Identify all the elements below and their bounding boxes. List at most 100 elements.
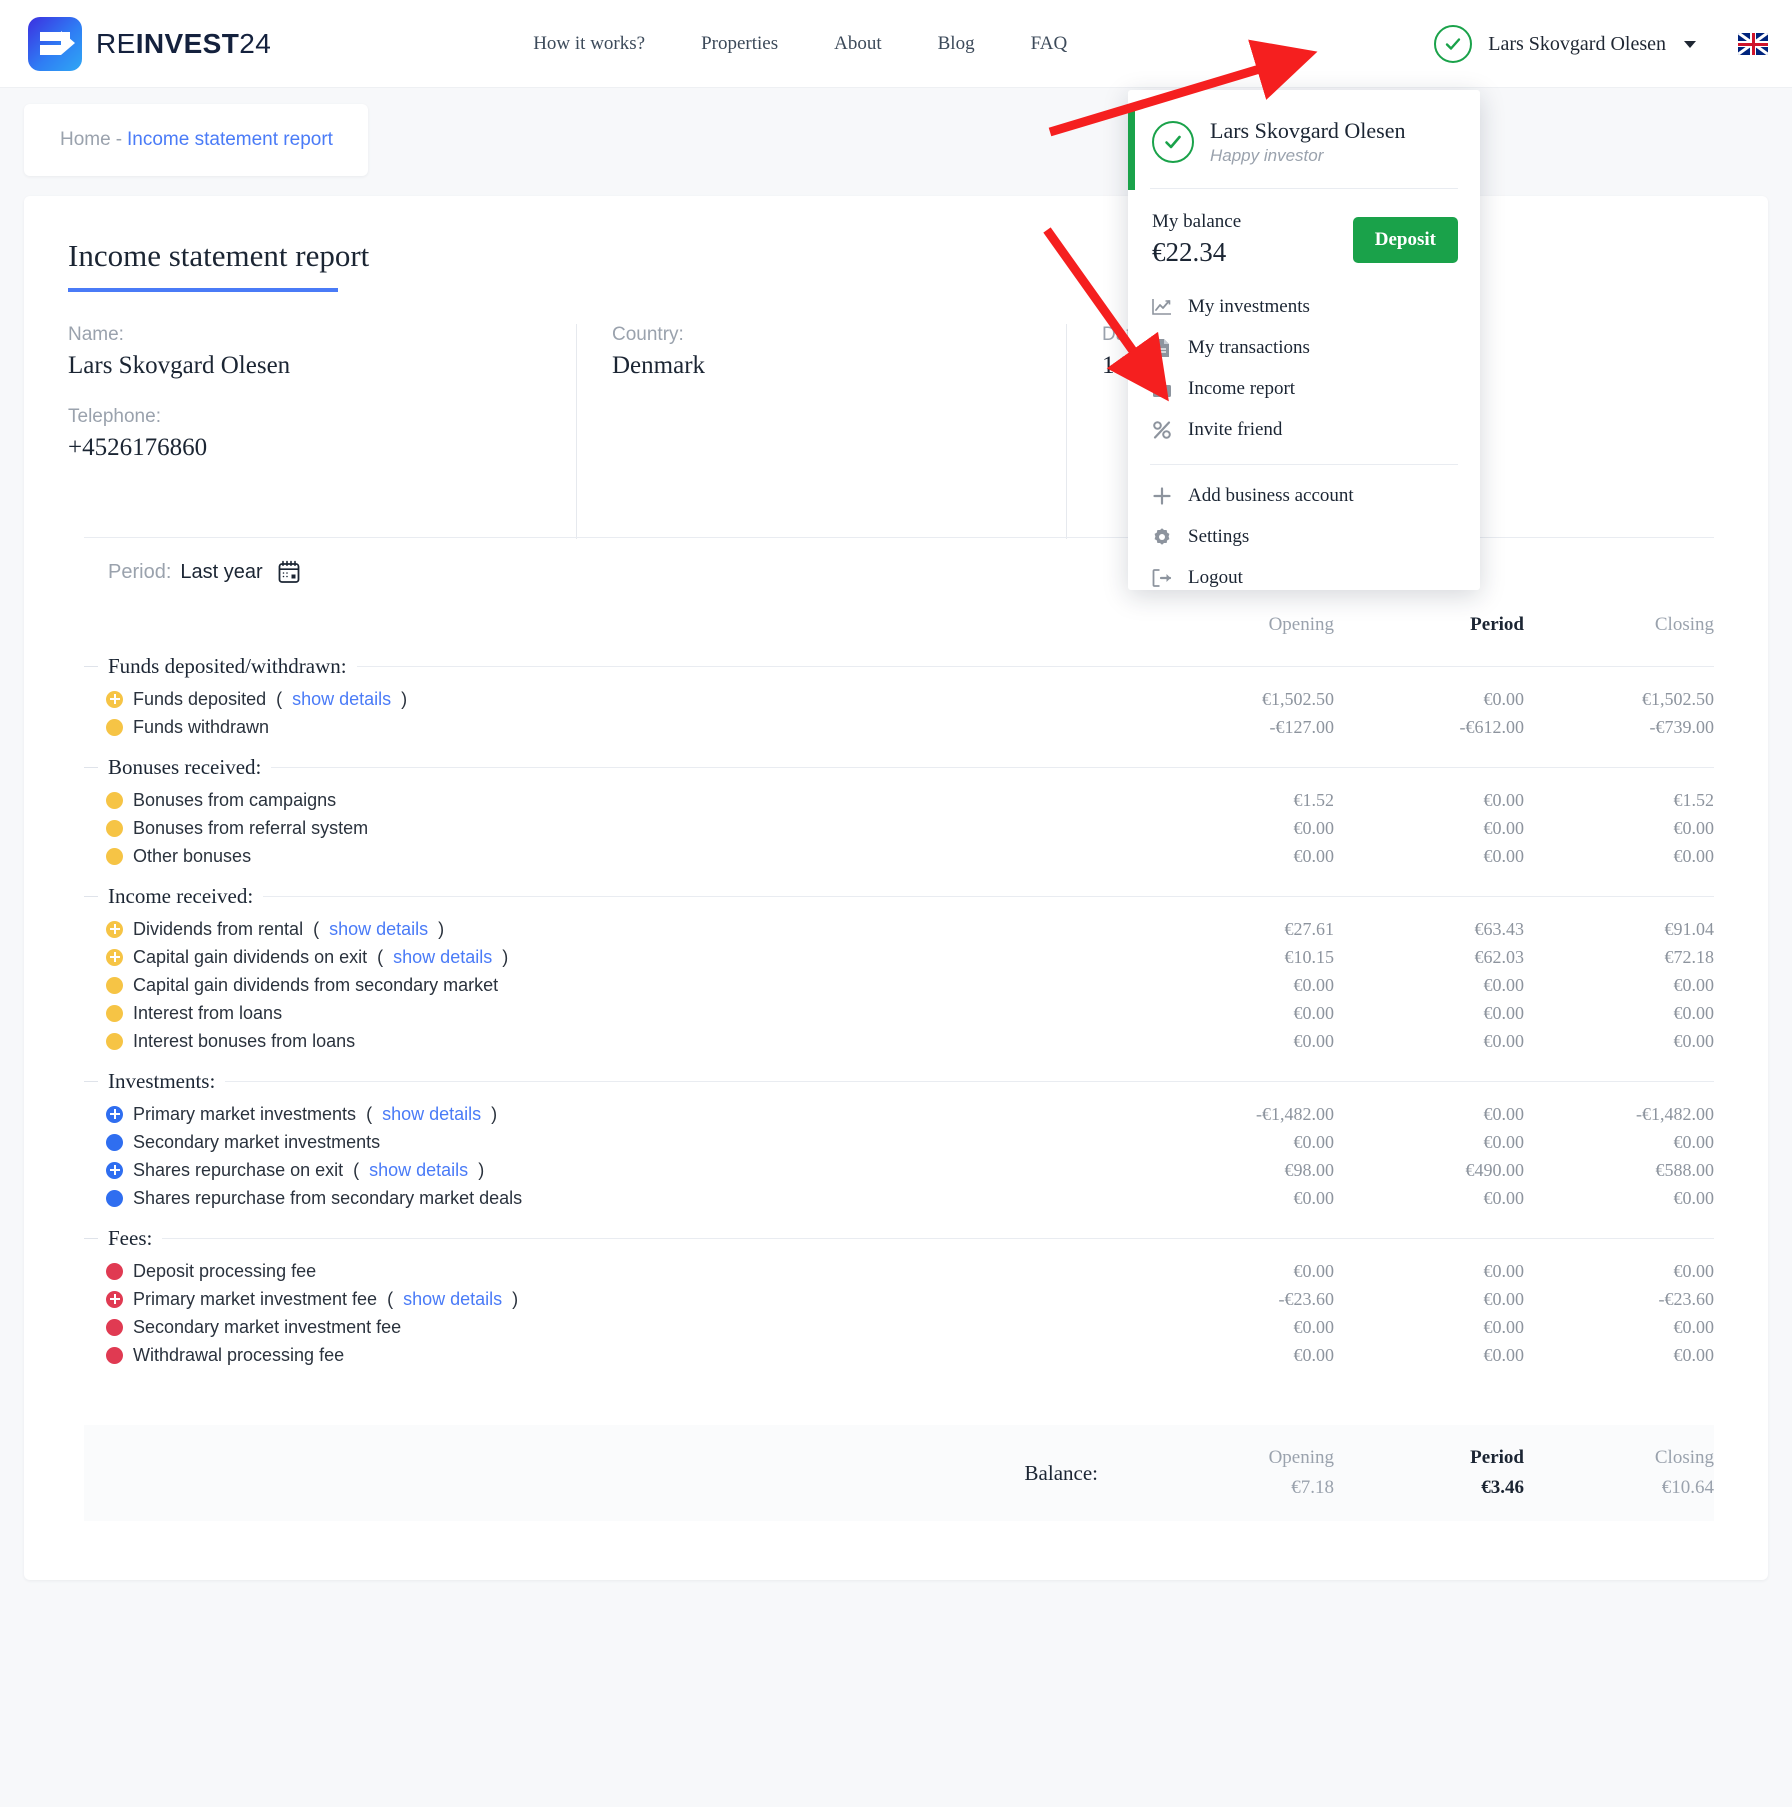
balance-closing-value: €10.64 [1661, 1477, 1714, 1498]
row-bullet-icon [106, 1032, 123, 1050]
row-closing-value: €91.04 [1664, 918, 1715, 939]
period-selector[interactable]: Period: Last year [108, 559, 302, 585]
section-dash [84, 1081, 98, 1082]
row-opening-value: €0.00 [1293, 1344, 1335, 1365]
chevron-down-icon[interactable] [1684, 40, 1696, 48]
document-icon [1152, 338, 1172, 358]
nav-item-faq[interactable]: FAQ [1031, 33, 1068, 55]
brand-logo[interactable]: REINVEST24 [28, 16, 272, 71]
section-title-row: Income received: [84, 884, 1714, 909]
show-details-link[interactable]: show details [403, 1289, 502, 1310]
row-closing-value: €0.00 [1673, 1002, 1715, 1023]
menu-item-invite-friend[interactable]: Invite friend [1128, 409, 1480, 450]
row-period-value: €0.00 [1483, 1131, 1525, 1152]
dropdown-accent-bar [1128, 108, 1135, 190]
section-title-row: Bonuses received: [84, 755, 1714, 780]
report-section: Income received: Dividends from rental (s… [84, 884, 1714, 1055]
table-row: Capital gain dividends on exit ( show det… [84, 943, 1714, 971]
row-label: Capital gain dividends from secondary ma… [133, 974, 499, 995]
brand-24: 24 [239, 27, 272, 59]
row-name-cell: Primary market investment fee (show deta… [84, 1289, 1144, 1310]
row-name-cell: Interest from loans [84, 1003, 1144, 1024]
row-bullet-icon [106, 948, 123, 966]
nav-item-blog[interactable]: Blog [938, 33, 975, 55]
show-details-link[interactable]: show details [382, 1104, 481, 1125]
show-details-link[interactable]: show details [369, 1160, 468, 1181]
row-opening-value: €0.00 [1293, 1030, 1335, 1051]
section-dash [84, 767, 98, 768]
nav-item-about[interactable]: About [834, 33, 882, 55]
balance-opening: Opening €7.18 [1144, 1447, 1334, 1499]
section-title: Fees: [108, 1226, 153, 1250]
row-closing-value: €0.00 [1673, 817, 1715, 838]
row-label: Shares repurchase from secondary market … [133, 1187, 523, 1208]
row-name-cell: Funds withdrawn [84, 717, 1144, 738]
row-opening-value: €0.00 [1293, 817, 1335, 838]
period-value: Last year [180, 560, 263, 583]
column-header-opening: Opening [1268, 614, 1334, 635]
report-card: Income statement report Name: Lars Skovg… [24, 196, 1768, 1580]
breadcrumb-current[interactable]: Income statement report [127, 129, 333, 151]
row-opening-value: -€23.60 [1278, 1288, 1335, 1309]
row-bullet-icon [106, 976, 123, 994]
row-label: Capital gain dividends on exit [133, 946, 368, 967]
column-header-closing: Closing [1654, 614, 1714, 635]
table-header-row: Opening Period Closing [84, 600, 1714, 640]
logout-icon [1152, 568, 1172, 588]
nav-item-how-it-works[interactable]: How it works? [533, 33, 645, 55]
show-details-link[interactable]: show details [329, 919, 428, 940]
menu-item-add-business-account[interactable]: Add business account [1128, 475, 1480, 516]
menu-item-logout[interactable]: Logout [1128, 557, 1480, 598]
title-underline [68, 288, 338, 292]
income-statement-table: Opening Period Closing Funds deposited/w… [84, 600, 1714, 1369]
verified-check-icon [1434, 25, 1473, 63]
table-row: Primary market investment fee (show deta… [84, 1285, 1714, 1313]
show-details-link[interactable]: show details [393, 947, 492, 968]
row-closing-value: -€1,482.00 [1636, 1103, 1714, 1124]
paren-close: ) [478, 1159, 485, 1180]
menu-item-my-investments[interactable]: My investments [1128, 286, 1480, 327]
menu-item-settings[interactable]: Settings [1128, 516, 1480, 557]
row-opening-value: €0.00 [1293, 845, 1335, 866]
row-label: Secondary market investments [133, 1131, 381, 1152]
row-bullet-icon [106, 718, 123, 736]
row-opening-value: €0.00 [1293, 1316, 1335, 1337]
breadcrumb-separator: - [115, 129, 123, 150]
row-closing-value: €72.18 [1664, 946, 1715, 967]
nav-item-properties[interactable]: Properties [701, 33, 778, 55]
breadcrumb-home[interactable]: Home [60, 129, 111, 151]
row-closing-value: €0.00 [1673, 1344, 1715, 1365]
row-period-value: €0.00 [1483, 1103, 1525, 1124]
row-name-cell: Shares repurchase on exit (show details) [84, 1160, 1144, 1181]
reinvest24-logo-icon [28, 16, 82, 71]
dropdown-balance-label: My balance [1152, 211, 1242, 232]
section-rule [271, 767, 1714, 768]
info-col-name: Name: Lars Skovgard Olesen Telephone: +4… [68, 324, 576, 539]
user-name-label: Lars Skovgard Olesen [1488, 32, 1666, 55]
row-opening-value: €98.00 [1284, 1159, 1335, 1180]
show-details-link[interactable]: show details [292, 689, 391, 710]
uk-flag-icon[interactable] [1738, 33, 1768, 55]
section-title-row: Investments: [84, 1069, 1714, 1094]
menu-item-my-transactions[interactable]: My transactions [1128, 327, 1480, 368]
dropdown-balance-value: €22.34 [1152, 237, 1227, 267]
balance-opening-value: €7.18 [1291, 1477, 1334, 1498]
menu-item-income-report[interactable]: Income report [1128, 368, 1480, 409]
main-nav: How it works? Properties About Blog FAQ [533, 33, 1067, 55]
user-menu-trigger[interactable]: Lars Skovgard Olesen [1434, 0, 1768, 88]
paren-open: ( [377, 946, 384, 967]
row-period-value: €0.00 [1483, 1187, 1525, 1208]
deposit-button[interactable]: Deposit [1352, 216, 1458, 263]
calendar-icon[interactable] [276, 559, 302, 585]
section-title: Funds deposited/withdrawn: [108, 654, 347, 678]
row-bullet-icon [106, 1133, 123, 1151]
table-row: Bonuses from referral system €0.00 €0.00 €0… [84, 814, 1714, 842]
row-period-value: €0.00 [1483, 1288, 1525, 1309]
paren-close: ) [438, 918, 445, 939]
table-row: Funds withdrawn -€127.00 -€612.00 -€739.00 [84, 713, 1714, 741]
table-row: Dividends from rental (show details) €27.… [84, 915, 1714, 943]
row-label: Primary market investment fee [133, 1288, 378, 1309]
row-period-value: €0.00 [1483, 974, 1525, 995]
row-period-value: €62.03 [1474, 946, 1525, 967]
row-name-cell: Dividends from rental (show details) [84, 919, 1144, 940]
